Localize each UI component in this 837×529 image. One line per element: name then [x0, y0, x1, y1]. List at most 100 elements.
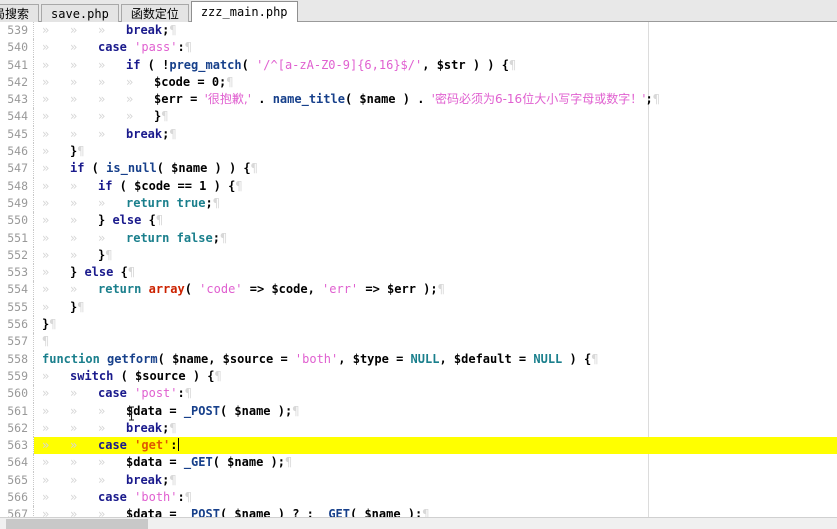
code-text[interactable]: »» case 'pass':¶ — [34, 39, 837, 56]
code-text[interactable]: »»» break;¶ — [34, 472, 837, 489]
code-line[interactable]: 561»»» $data = _POST( $name );¶ — [0, 402, 837, 420]
horizontal-scrollbar-thumb[interactable] — [6, 519, 148, 529]
code-line[interactable]: 547» if ( is_null( $name ) ) {¶ — [0, 160, 837, 178]
code-line[interactable]: 541»»» if ( !preg_match( '/^[a-zA-Z0-9]{6… — [0, 56, 837, 74]
indent-guide-icon: » — [70, 403, 78, 418]
code-line[interactable]: 549»»» return true;¶ — [0, 194, 837, 213]
code-text[interactable]: »»}¶ — [34, 247, 837, 264]
line-number: 558 — [0, 350, 34, 368]
code-line[interactable]: 556}¶ — [0, 316, 837, 334]
code-text[interactable]: }¶ — [34, 316, 837, 333]
pilcrow-icon: ¶ — [161, 109, 169, 124]
horizontal-scrollbar[interactable] — [0, 517, 837, 529]
code-line[interactable]: 548»» if ( $code == 1 ) {¶ — [0, 177, 837, 195]
code-line[interactable]: 564»»» $data = _GET( $name );¶ — [0, 454, 837, 472]
indent-guide-icon: » — [98, 472, 106, 487]
code-line[interactable]: 567»»» $data = _POST( $name ) ? : _GET( $… — [0, 506, 837, 517]
pilcrow-icon: ¶ — [155, 213, 164, 228]
code-line[interactable]: 554»» return array( 'code' => $code, 'err… — [0, 281, 837, 299]
pilcrow-icon: ¶ — [169, 420, 177, 435]
tab-global-search[interactable]: 局搜索 — [0, 4, 40, 22]
indent-guide-icon: » — [42, 403, 50, 418]
tab-function-locator[interactable]: 函数定位 — [120, 4, 189, 22]
code-line[interactable]: 566»» case 'both':¶ — [0, 489, 837, 507]
line-number: 539 — [0, 22, 34, 40]
indent-guide-icon: » — [42, 507, 50, 517]
indent-guide-icon: » — [42, 126, 50, 141]
indent-guide-icon: » — [70, 92, 78, 107]
code-lines[interactable]: 539»»» break;¶ 540»» case 'pass':¶ 541»»» if … — [0, 22, 837, 517]
code-text[interactable]: »»» break;¶ — [34, 22, 837, 39]
line-number: 540 — [0, 39, 34, 57]
pilcrow-icon: ¶ — [212, 195, 220, 210]
code-text[interactable]: »»» return false;¶ — [34, 230, 837, 247]
code-text[interactable]: »»» if ( !preg_match( '/^[a-zA-Z0-9]{6,16… — [34, 57, 837, 74]
code-line[interactable]: 542»»»» $code = 0;¶ — [0, 73, 837, 92]
code-line[interactable]: 555»}¶ — [0, 298, 837, 317]
indent-guide-icon: » — [70, 438, 78, 453]
code-text[interactable]: »»» $data = _POST( $name ) ? : _GET( $nam… — [34, 506, 837, 517]
code-line[interactable]: 559» switch ( $source ) {¶ — [0, 367, 837, 386]
code-text[interactable]: »»» $data = _POST( $name );¶ — [34, 403, 837, 420]
code-text[interactable]: »}¶ — [34, 143, 837, 160]
code-text[interactable]: »} else {¶ — [34, 264, 837, 281]
line-number: 559 — [0, 367, 34, 386]
code-text[interactable]: »»»»}¶ — [34, 108, 837, 125]
pilcrow-icon: ¶ — [422, 507, 430, 517]
line-number: 562 — [0, 419, 34, 438]
code-text[interactable]: »»» $data = _GET( $name );¶ — [34, 454, 837, 471]
code-text[interactable]: »» case 'both':¶ — [34, 489, 837, 506]
code-text[interactable]: ¶ — [34, 333, 837, 350]
indent-guide-icon: » — [70, 213, 78, 228]
code-text[interactable]: function getform( $name, $source = 'both… — [34, 351, 837, 368]
code-text[interactable]: »» case 'post':¶ — [34, 385, 837, 402]
code-text[interactable]: »» if ( $code == 1 ) {¶ — [34, 178, 837, 195]
code-line[interactable]: 553»} else {¶ — [0, 264, 837, 282]
code-text[interactable]: »»» break;¶ — [34, 126, 837, 143]
code-text[interactable]: »»} else {¶ — [34, 212, 837, 229]
code-text[interactable]: »»» break;¶ — [34, 420, 837, 437]
code-line[interactable]: 558 function getform( $name, $source = 'b… — [0, 350, 837, 368]
line-number: 542 — [0, 73, 34, 92]
code-line[interactable]: 546»}¶ — [0, 143, 837, 161]
indent-guide-icon: » — [70, 57, 78, 72]
code-editor[interactable]: 539»»» break;¶ 540»» case 'pass':¶ 541»»» if … — [0, 22, 837, 517]
indent-guide-icon: » — [70, 507, 78, 517]
code-text[interactable]: »»» return true;¶ — [34, 195, 837, 212]
indent-guide-icon: » — [70, 230, 78, 245]
code-text[interactable]: »» case 'get': — [34, 437, 837, 455]
line-number: 563 — [0, 437, 34, 455]
line-number: 553 — [0, 264, 34, 282]
tab-save-php[interactable]: save.php — [41, 4, 119, 22]
code-line[interactable]: 545»»» break;¶ — [0, 125, 837, 144]
code-text[interactable]: »»»» $code = 0;¶ — [34, 74, 837, 91]
code-line[interactable]: 544»»»»}¶ — [0, 108, 837, 126]
code-line[interactable]: 557 ¶ — [0, 333, 837, 351]
code-line[interactable]: 565»»» break;¶ — [0, 471, 837, 490]
code-text[interactable]: » switch ( $source ) {¶ — [34, 368, 837, 385]
code-text[interactable]: » if ( is_null( $name ) ) {¶ — [34, 160, 837, 177]
code-line[interactable]: 550»»} else {¶ — [0, 212, 837, 230]
code-line[interactable]: 540»» case 'pass':¶ — [0, 39, 837, 57]
indent-guide-icon: » — [98, 230, 106, 245]
line-number: 552 — [0, 246, 34, 265]
code-line[interactable]: 551»»» return false;¶ — [0, 229, 837, 247]
indent-guide-icon: » — [42, 57, 50, 72]
code-text[interactable]: »» return array( 'code' => $code, 'err' =… — [34, 281, 837, 298]
indent-guide-icon: » — [70, 126, 78, 141]
code-line[interactable]: 560»» case 'post':¶ — [0, 385, 837, 403]
indent-guide-icon: » — [42, 178, 50, 193]
code-line[interactable]: 539»»» break;¶ — [0, 22, 837, 40]
code-line[interactable]: 563»» case 'get': — [0, 437, 837, 455]
code-line[interactable]: 552»»}¶ — [0, 246, 837, 265]
code-text[interactable]: »}¶ — [34, 299, 837, 316]
indent-guide-icon: » — [126, 74, 134, 89]
line-number: 560 — [0, 385, 34, 403]
tab-zzz-main-php[interactable]: zzz_main.php — [190, 1, 298, 22]
code-line[interactable]: 562»»» break;¶ — [0, 419, 837, 438]
indent-guide-icon: » — [42, 144, 50, 159]
pilcrow-icon: ¶ — [226, 74, 234, 89]
code-line[interactable]: 543»»»» $err = '很抱歉,' . name_title( $name… — [0, 91, 837, 109]
code-text[interactable]: »»»» $err = '很抱歉,' . name_title( $name ) … — [34, 91, 837, 108]
indent-guide-icon: » — [70, 490, 78, 505]
